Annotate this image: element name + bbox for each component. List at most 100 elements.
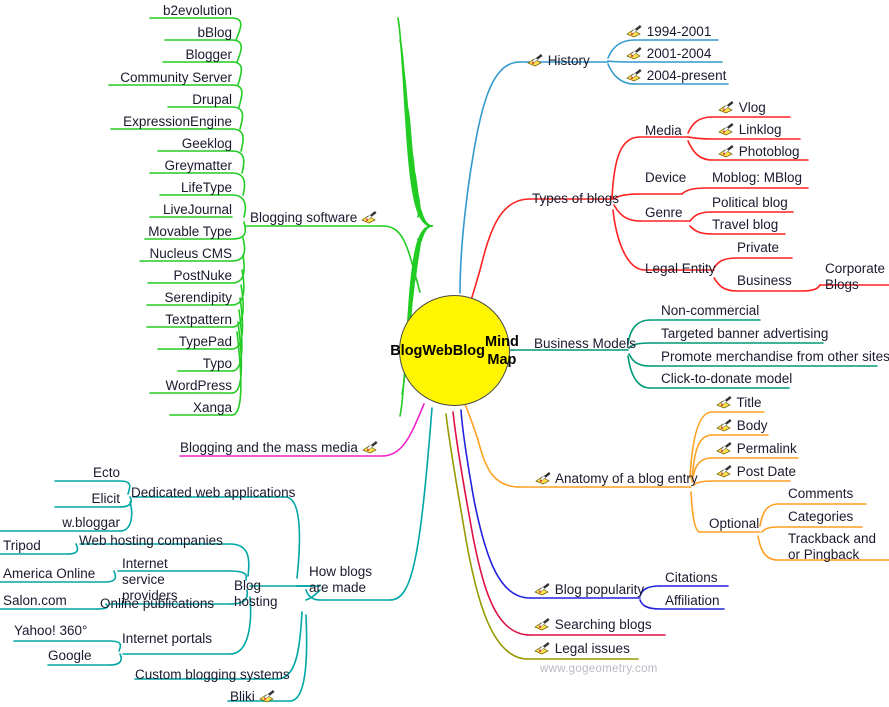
node-history-1994-2001[interactable]: 1994-2001 [626,24,711,39]
node-expressionengine[interactable]: ExpressionEngine [111,114,232,129]
node-label: Tripod [3,538,41,553]
node-types-of-blogs[interactable]: Types of blogs [532,191,619,206]
node-label: Optional [709,516,760,531]
node-legal-entity[interactable]: Legal Entity [645,261,716,276]
node-postnuke[interactable]: PostNuke [130,268,232,283]
node-affiliation[interactable]: Affiliation [665,593,720,608]
node-serendipity[interactable]: Serendipity [130,290,232,305]
node-drupal[interactable]: Drupal [140,92,232,107]
node-label: 2004-present [646,68,727,83]
note-pencil-icon [626,25,643,38]
node-internet-portals[interactable]: Internet portals [122,631,212,646]
node-label: America Online [3,566,96,581]
node-business[interactable]: Business [737,273,792,288]
node-media[interactable]: Media [645,123,682,138]
node-typo[interactable]: Typo [150,356,232,371]
node-click-to-donate-model[interactable]: Click-to-donate model [661,371,792,386]
node-yahoo-360[interactable]: Yahoo! 360° [14,623,87,638]
node-optional[interactable]: Optional [709,516,759,531]
node-blog-hosting[interactable]: Blog hosting [234,578,294,610]
node-citations[interactable]: Citations [665,570,718,585]
node-searching-blogs[interactable]: Searching blogs [534,617,652,632]
node-label: Blogging and the mass media [180,440,358,455]
node-elicit[interactable]: Elicit [55,491,120,506]
node-genre[interactable]: Genre [645,205,683,220]
node-greymatter[interactable]: Greymatter [130,158,232,173]
node-label: Legal Entity [645,261,716,276]
node-custom-blogging-systems[interactable]: Custom blogging systems [135,667,290,682]
node-bblog[interactable]: bBlog [140,25,232,40]
node-post-date[interactable]: Post Date [716,464,796,479]
node-salon-com[interactable]: Salon.com [3,593,67,608]
note-pencil-icon [535,472,552,485]
node-xanga[interactable]: Xanga [150,400,232,415]
node-textpattern[interactable]: Textpattern [130,312,232,327]
node-label: Device [645,170,687,185]
node-lifetype[interactable]: LifeType [140,180,232,195]
node-non-commercial[interactable]: Non-commercial [661,303,759,318]
node-geeklog[interactable]: Geeklog [140,136,232,151]
node-trackback-or-pingback[interactable]: Trackback and or Pingback [788,531,886,563]
node-anatomy-of-a-blog-entry[interactable]: Anatomy of a blog entry [535,471,698,486]
node-business-models[interactable]: Business Models [534,336,636,351]
node-tripod[interactable]: Tripod [3,538,41,553]
node-ecto[interactable]: Ecto [55,465,120,480]
node-blogger[interactable]: Blogger [140,47,232,62]
node-moblog-mblog[interactable]: Moblog: MBlog [712,170,802,185]
node-legal-issues[interactable]: Legal issues [534,641,630,656]
node-private[interactable]: Private [737,240,779,255]
node-photoblog[interactable]: Photoblog [718,144,800,159]
node-label: Geeklog [181,136,232,151]
node-b2evolution[interactable]: b2evolution [150,3,232,18]
node-body[interactable]: Body [716,418,768,433]
node-permalink[interactable]: Permalink [716,441,797,456]
central-topic[interactable]: Blog WebBlog Mind Map [390,295,519,406]
node-device[interactable]: Device [645,170,686,185]
node-livejournal[interactable]: LiveJournal [130,202,232,217]
node-how-blogs-are-made[interactable]: How blogs are made [309,564,389,596]
note-pencil-icon [718,101,735,114]
node-history-2004-present[interactable]: 2004-present [626,68,726,83]
node-blog-popularity[interactable]: Blog popularity [534,582,644,597]
node-label: Google [48,648,92,663]
node-vlog[interactable]: Vlog [718,100,766,115]
note-pencil-icon [527,54,544,67]
node-online-publications[interactable]: Online publications [100,596,214,611]
node-label: Post Date [736,464,797,479]
node-america-online[interactable]: America Online [3,566,95,581]
node-label: Business Models [534,336,637,351]
note-pencil-icon [716,465,733,478]
node-label: Title [736,395,762,410]
node-typepad[interactable]: TypePad [140,334,232,349]
node-web-hosting-companies[interactable]: Web hosting companies [79,533,223,548]
node-history-2001-2004[interactable]: 2001-2004 [626,46,711,61]
node-categories[interactable]: Categories [788,509,853,524]
node-community-server[interactable]: Community Server [109,70,232,85]
node-comments[interactable]: Comments [788,486,853,501]
node-corporate-blogs[interactable]: Corporate Blogs [825,261,889,293]
node-travel-blog[interactable]: Travel blog [712,217,778,232]
node-dedicated-web-applications[interactable]: Dedicated web applications [131,485,295,500]
node-targeted-banner-advertising[interactable]: Targeted banner advertising [661,326,828,341]
node-label: ExpressionEngine [123,114,232,129]
node-blogging-and-mass-media[interactable]: Blogging and the mass media [180,440,379,455]
node-wordpress[interactable]: WordPress [130,378,232,393]
node-w-bloggar[interactable]: w.bloggar [20,515,120,530]
node-label: PostNuke [173,268,232,283]
node-label: WordPress [165,378,232,393]
node-bliki[interactable]: Bliki [230,689,276,704]
central-topic-line-2: WebBlog [422,342,485,359]
note-pencil-icon [716,419,733,432]
node-political-blog[interactable]: Political blog [712,195,788,210]
node-nucleus-cms[interactable]: Nucleus CMS [130,246,232,261]
node-history[interactable]: History [527,53,590,68]
node-label: Online publications [100,596,215,611]
node-promote-merchandise[interactable]: Promote merchandise from other sites [661,349,889,364]
node-google[interactable]: Google [48,648,92,663]
node-label: Genre [645,205,683,220]
node-movable-type[interactable]: Movable Type [130,224,232,239]
note-pencil-icon [718,145,735,158]
node-blogging-software[interactable]: Blogging software [250,210,378,225]
node-title[interactable]: Title [716,395,762,410]
node-linklog[interactable]: Linklog [718,122,782,137]
